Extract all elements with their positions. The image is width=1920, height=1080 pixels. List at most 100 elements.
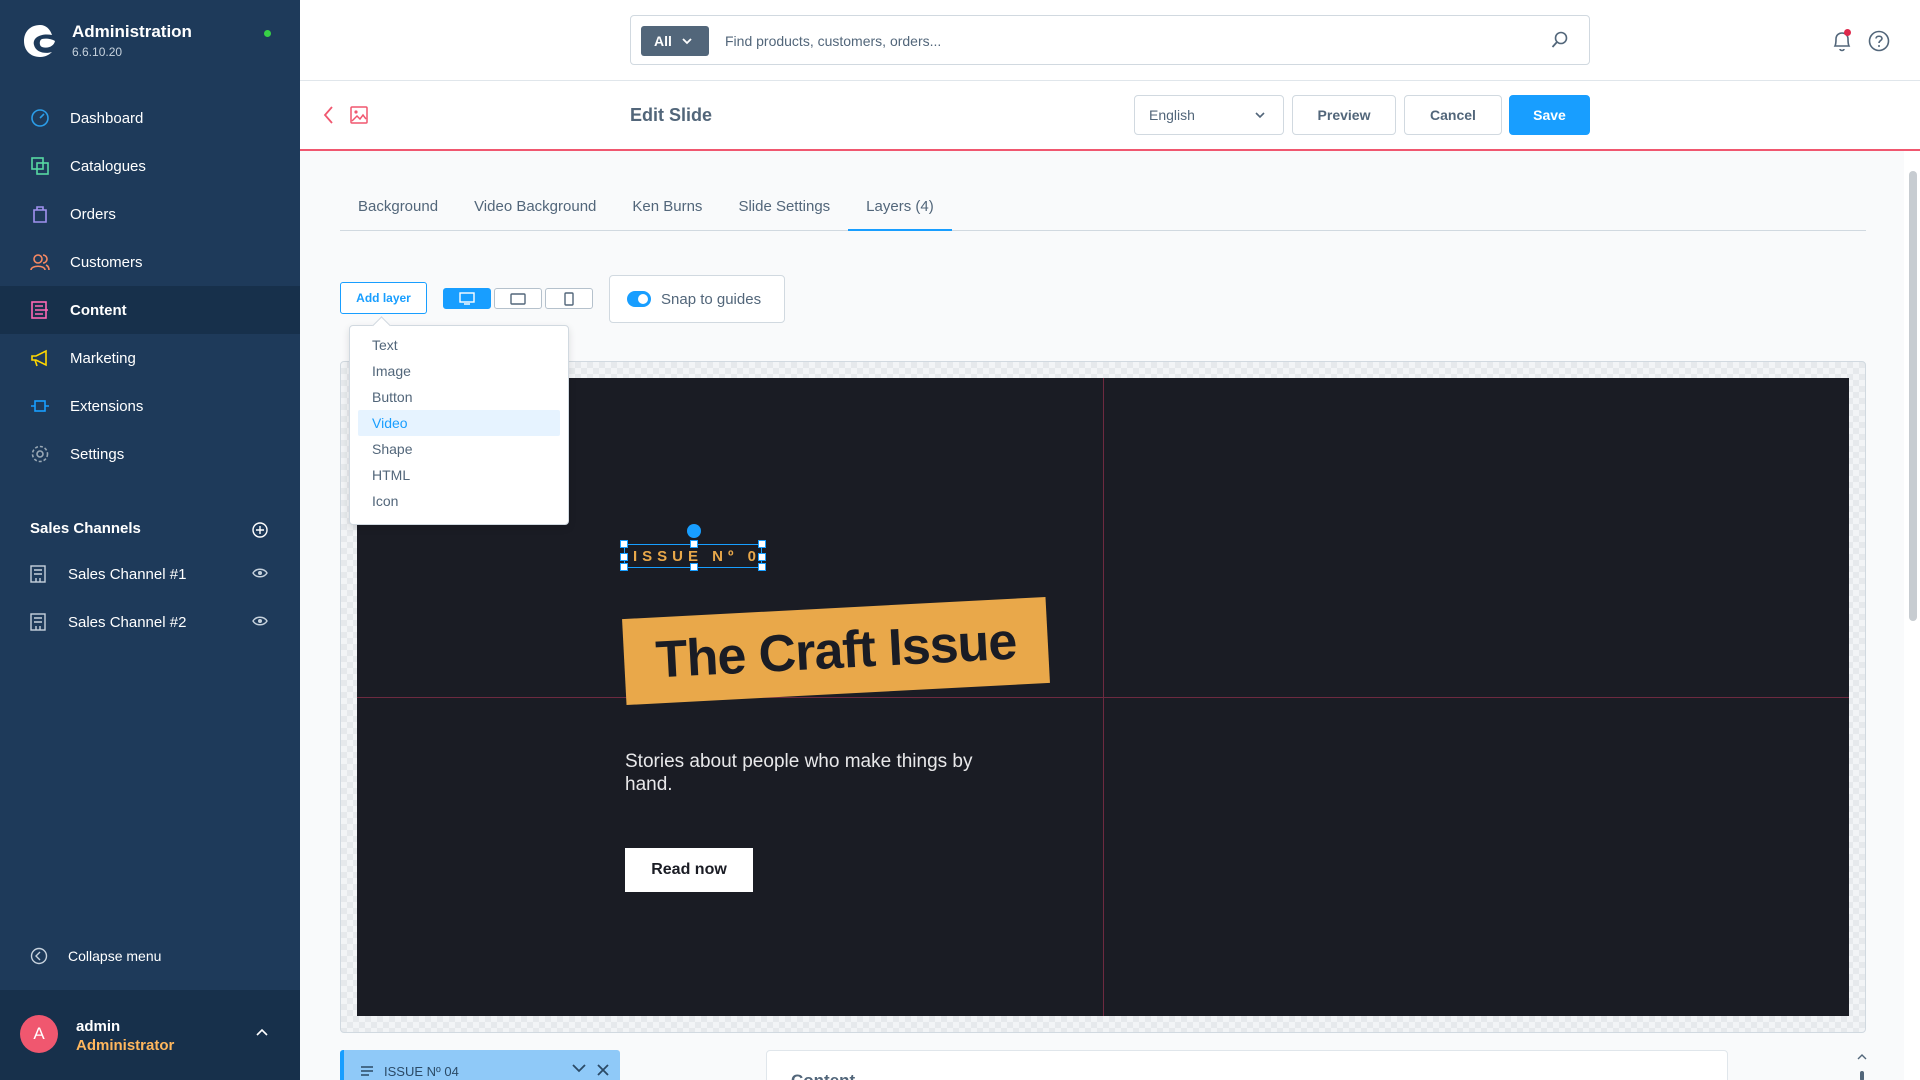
- horizontal-guide: [357, 697, 1849, 698]
- content-panel: Content: [766, 1050, 1728, 1080]
- add-sales-channel-icon[interactable]: [252, 522, 268, 538]
- tab-background[interactable]: Background: [340, 197, 456, 231]
- user-menu[interactable]: A admin Administrator: [0, 990, 300, 1080]
- nav-item-marketing[interactable]: Marketing: [0, 334, 300, 382]
- nav-item-dashboard[interactable]: Dashboard: [0, 94, 300, 142]
- eye-icon[interactable]: [252, 567, 268, 579]
- scroll-indicator-icon[interactable]: [1856, 1053, 1868, 1080]
- content-icon: [30, 300, 50, 320]
- layer-label: ISSUE Nº 04: [384, 1064, 459, 1079]
- avatar: A: [20, 1015, 58, 1053]
- megaphone-icon: [30, 348, 50, 368]
- mobile-icon: [564, 291, 574, 306]
- search-scope-select[interactable]: All: [641, 26, 709, 56]
- menu-item-text[interactable]: Text: [358, 332, 560, 358]
- page-title: Edit Slide: [630, 105, 713, 125]
- customers-icon: [30, 252, 50, 272]
- search-input[interactable]: [725, 28, 1525, 54]
- nav-label: Catalogues: [70, 157, 146, 175]
- headline-layer[interactable]: The Craft Issue: [622, 596, 1050, 706]
- nav-item-extensions[interactable]: Extensions: [0, 382, 300, 430]
- storefront-icon: [30, 565, 48, 583]
- collapse-icon: [30, 947, 48, 965]
- nav-label: Orders: [70, 205, 116, 223]
- chevron-down-icon: [1255, 112, 1265, 119]
- nav-item-settings[interactable]: Settings: [0, 430, 300, 478]
- global-search: All: [630, 15, 1590, 65]
- eye-icon[interactable]: [252, 615, 268, 627]
- tab-video-background[interactable]: Video Background: [456, 197, 614, 231]
- menu-item-button[interactable]: Button: [358, 384, 560, 410]
- sales-channel-label: Sales Channel #1: [68, 565, 187, 583]
- brand[interactable]: Administration 6.6.10.20: [22, 22, 192, 59]
- extensions-icon: [30, 396, 50, 416]
- tablet-icon: [510, 292, 526, 305]
- nav-item-customers[interactable]: Customers: [0, 238, 300, 286]
- snap-toggle[interactable]: [627, 291, 651, 307]
- snap-to-guides: Snap to guides: [609, 275, 785, 323]
- subtitle-layer[interactable]: Stories about people who make things by …: [625, 750, 1025, 796]
- device-desktop-button[interactable]: [443, 288, 491, 309]
- chevron-down-icon[interactable]: [572, 1063, 586, 1073]
- tab-slide-settings[interactable]: Slide Settings: [720, 197, 848, 231]
- main-content: Background Video Background Ken Burns Sl…: [300, 151, 1904, 1080]
- read-now-button-layer[interactable]: Read now: [625, 848, 753, 892]
- app-title: Administration: [72, 22, 192, 41]
- resize-handle[interactable]: [620, 563, 628, 571]
- add-layer-button[interactable]: Add layer: [340, 282, 427, 314]
- user-role: Administrator: [76, 1037, 175, 1054]
- language-select[interactable]: English: [1134, 95, 1284, 135]
- menu-item-icon[interactable]: Icon: [358, 488, 560, 514]
- close-icon[interactable]: [596, 1063, 610, 1077]
- search-scope-label: All: [654, 33, 672, 49]
- sales-channel-item-2[interactable]: Sales Channel #2: [30, 610, 270, 634]
- storefront-icon: [30, 613, 48, 631]
- resize-handle[interactable]: [758, 563, 766, 571]
- chevron-down-icon: [682, 37, 692, 44]
- help-icon[interactable]: [1868, 30, 1890, 52]
- issue-text-layer[interactable]: ISSUE Nº 04: [620, 540, 766, 571]
- device-tablet-button[interactable]: [494, 288, 542, 309]
- scrollbar-thumb[interactable]: [1909, 171, 1917, 621]
- sales-channel-item-1[interactable]: Sales Channel #1: [30, 562, 270, 586]
- add-layer-menu: Text Image Button Video Shape HTML Icon: [349, 325, 569, 525]
- shopware-logo-icon: [24, 24, 55, 57]
- tab-layers[interactable]: Layers (4): [848, 197, 952, 231]
- collapse-menu-button[interactable]: Collapse menu: [30, 947, 161, 965]
- sales-channels-title: Sales Channels: [30, 520, 141, 537]
- layer-list-item[interactable]: ISSUE Nº 04: [340, 1050, 620, 1080]
- resize-handle[interactable]: [758, 540, 766, 548]
- tab-ken-burns[interactable]: Ken Burns: [614, 197, 720, 231]
- nav-item-catalogues[interactable]: Catalogues: [0, 142, 300, 190]
- menu-item-shape[interactable]: Shape: [358, 436, 560, 462]
- menu-item-video[interactable]: Video: [358, 410, 560, 436]
- back-arrow-icon[interactable]: [322, 105, 334, 125]
- desktop-icon: [459, 292, 475, 305]
- nav-item-content[interactable]: Content: [0, 286, 300, 334]
- nav-label: Content: [70, 301, 127, 319]
- dashboard-icon: [30, 108, 50, 128]
- search-icon[interactable]: [1551, 31, 1569, 49]
- cancel-button[interactable]: Cancel: [1404, 95, 1502, 135]
- menu-item-image[interactable]: Image: [358, 358, 560, 384]
- image-icon: [350, 106, 368, 124]
- resize-handle[interactable]: [690, 540, 698, 548]
- resize-handle[interactable]: [690, 563, 698, 571]
- app-version: 6.6.10.20: [72, 45, 123, 59]
- slide-preview: ISSUE Nº 04 The Craft Issue Stories abou…: [357, 378, 1849, 1016]
- menu-item-html[interactable]: HTML: [358, 462, 560, 488]
- rotate-handle-icon[interactable]: [687, 524, 701, 538]
- chevron-up-icon[interactable]: [256, 1028, 268, 1036]
- save-button[interactable]: Save: [1509, 95, 1590, 135]
- resize-handle[interactable]: [758, 553, 766, 561]
- resize-handle[interactable]: [620, 540, 628, 548]
- gear-icon: [30, 444, 50, 464]
- resize-handle[interactable]: [620, 553, 628, 561]
- top-bar: All: [300, 0, 1920, 81]
- nav-label: Dashboard: [70, 109, 144, 127]
- user-name: admin: [76, 1018, 121, 1035]
- nav-item-orders[interactable]: Orders: [0, 190, 300, 238]
- device-mobile-button[interactable]: [545, 288, 593, 309]
- preview-button[interactable]: Preview: [1292, 95, 1396, 135]
- page-scrollbar[interactable]: [1906, 151, 1920, 1080]
